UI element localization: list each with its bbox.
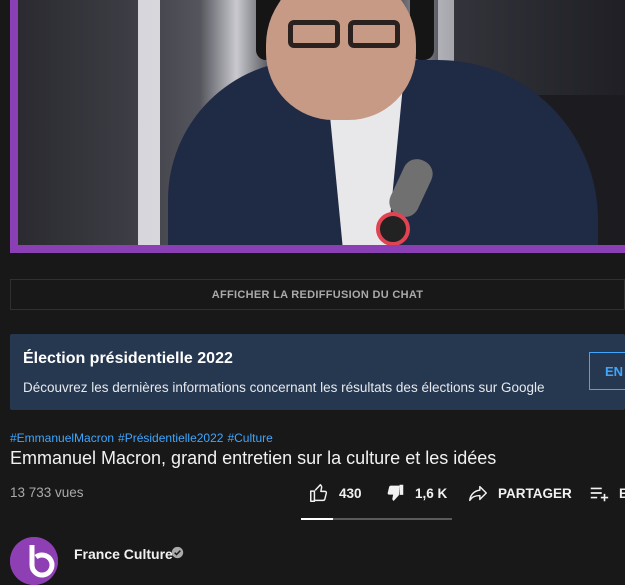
verified-badge-icon <box>171 546 184 559</box>
video-frame <box>18 0 625 245</box>
election-description: Découvrez les dernières informations con… <box>23 380 545 395</box>
channel-name[interactable]: France Culture <box>74 546 173 562</box>
save-button[interactable]: E <box>588 482 625 504</box>
chat-replay-label: AFFICHER LA REDIFFUSION DU CHAT <box>211 288 424 301</box>
show-chat-replay-button[interactable]: AFFICHER LA REDIFFUSION DU CHAT <box>10 279 625 310</box>
video-title: Emmanuel Macron, grand entretien sur la … <box>10 448 497 468</box>
like-button[interactable]: 430 <box>308 482 362 504</box>
playlist-add-icon <box>590 487 609 502</box>
save-label: E <box>619 485 625 501</box>
hashtag-link[interactable]: #EmmanuelMacron <box>10 431 114 445</box>
thumbs-up-icon <box>310 484 328 502</box>
share-button[interactable]: PARTAGER <box>467 482 572 504</box>
sentiment-like-fill <box>301 518 333 520</box>
sentiment-bar <box>301 518 452 520</box>
dislike-button[interactable]: 1,6 K <box>384 482 447 504</box>
dislike-count: 1,6 K <box>415 485 448 501</box>
view-count: 13 733 vues <box>10 485 84 500</box>
video-player[interactable] <box>10 0 625 253</box>
france-culture-logo-icon <box>10 537 58 585</box>
glasses <box>280 20 410 50</box>
election-button-label: EN <box>605 363 624 379</box>
election-info-panel: Élection présidentielle 2022 Découvrez l… <box>10 334 625 410</box>
hashtag-list: #EmmanuelMacron #Présidentielle2022 #Cultu… <box>10 431 277 445</box>
election-more-button[interactable]: EN <box>589 352 625 390</box>
microphone-ring <box>376 212 410 245</box>
background-light <box>138 0 160 245</box>
hashtag-link[interactable]: #Présidentielle2022 <box>118 431 223 445</box>
speaker-head <box>266 0 416 120</box>
hashtag-link[interactable]: #Culture <box>227 431 272 445</box>
like-count: 430 <box>339 485 362 501</box>
thumbs-down-icon <box>387 484 404 501</box>
election-title: Élection présidentielle 2022 <box>23 350 233 367</box>
channel-avatar[interactable] <box>10 537 58 585</box>
share-label: PARTAGER <box>498 485 572 501</box>
share-arrow-icon <box>469 485 487 502</box>
